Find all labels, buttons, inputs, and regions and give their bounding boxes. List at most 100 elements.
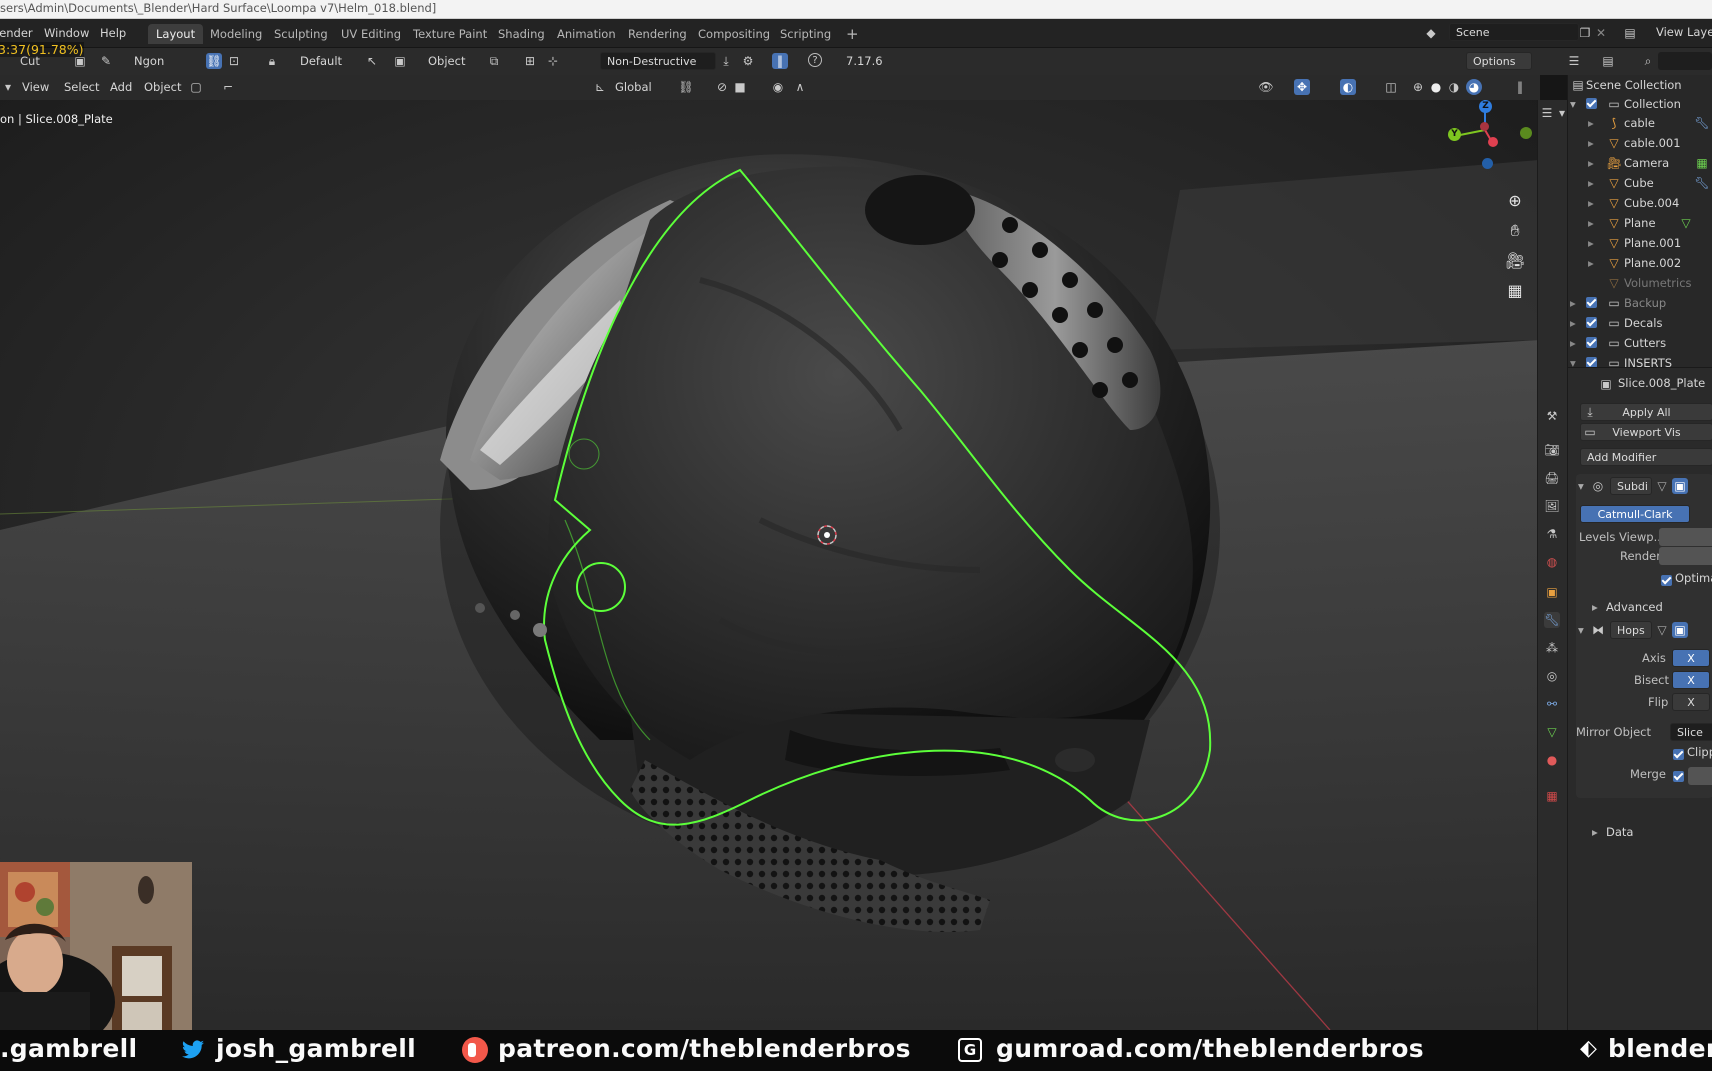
draw-icon[interactable]: ✎ [98,53,114,69]
edit-mode-icon[interactable]: ▽ [1654,478,1670,494]
editor-type-icon[interactable]: ☰ [1539,105,1555,121]
navigation-gizmo[interactable]: Z Y [1440,100,1532,190]
outliner-item[interactable]: ▸ ▽ Plane.001 [1568,233,1712,253]
levels-viewport-field[interactable] [1659,528,1712,546]
outliner-root[interactable]: ▤ Scene Collection [1568,75,1712,95]
zoom-icon[interactable]: ⊕ [1502,188,1528,214]
lock-icon[interactable]: 🔒︎ [264,53,280,69]
z-axis-handle[interactable]: Z [1479,100,1492,113]
menu-view[interactable]: View [22,80,49,94]
view-layer-name[interactable]: View Layer [1656,25,1712,39]
menu-window[interactable]: Window [44,26,89,40]
orientation-icon[interactable]: ⊾ [592,79,608,95]
sidebar-toggle-icon[interactable]: ‖ [1512,79,1528,95]
help-icon[interactable]: ? [808,53,822,67]
include-checkbox[interactable] [1586,337,1597,348]
outliner-item[interactable]: ▸ ▽ Plane ▽ [1568,213,1712,233]
bisect-x-toggle[interactable]: X [1672,671,1710,689]
expand-arrow-icon[interactable]: ▸ [1570,333,1576,353]
add-workspace-button[interactable]: + [838,24,867,44]
object-label[interactable]: Object [428,54,465,68]
world-tab-icon[interactable]: ◍ [1544,554,1560,570]
outliner-item[interactable]: ▸ ▽ Cube.004 [1568,193,1712,213]
outliner-item[interactable]: ▸ ▽ cable.001 [1568,133,1712,153]
outliner-item[interactable]: ▸ 🎥︎ Camera ▦ [1568,153,1712,173]
3d-viewport[interactable]: Z Y ⊕ ✋︎ 🎥︎ ▦ on | Slice.008_Plate [0,100,1539,1030]
collapse-arrow-icon[interactable]: ▾ [1578,623,1584,637]
tab-layout[interactable]: Layout [148,24,204,44]
expand-arrow-icon[interactable]: ▸ [1588,213,1594,233]
expand-arrow-icon[interactable]: ▸ [1588,133,1594,153]
expand-arrow-icon[interactable]: ▸ [1592,600,1598,614]
physics-tab-icon[interactable]: ◎ [1544,668,1560,684]
shading-wireframe-icon[interactable]: ⊕ [1410,79,1426,95]
particles-tab-icon[interactable]: ⁂ [1544,640,1560,656]
xray-icon[interactable]: ◫ [1383,79,1399,95]
shading-rendered-icon[interactable]: ◕ [1466,79,1482,95]
gizmo-toggle-icon[interactable]: ✥ [1294,79,1310,95]
expand-arrow-icon[interactable]: ▸ [1588,173,1594,193]
include-checkbox[interactable] [1586,297,1597,308]
shading-solid-icon[interactable]: ● [1428,79,1444,95]
outliner-item[interactable]: ▽ Volumetrics [1568,273,1712,293]
pause-icon[interactable]: ‖ [772,53,788,69]
show-viewport-icon[interactable]: ▣ [1672,622,1688,638]
cursor-icon[interactable]: ↖ [364,53,380,69]
output-tab-icon[interactable]: 🖨︎ [1544,470,1560,486]
advanced-subpanel[interactable]: Advanced [1606,600,1663,614]
edit-mode-icon[interactable]: ▽ [1654,622,1670,638]
optimal-display-checkbox[interactable] [1661,575,1672,586]
tab-rendering[interactable]: Rendering [620,24,695,44]
data-tab-icon[interactable]: ▽ [1544,724,1560,740]
neg-x-axis-handle[interactable] [1480,122,1489,131]
add-modifier-button[interactable]: Add Modifier [1580,448,1712,466]
expand-arrow-icon[interactable]: ▸ [1592,825,1598,839]
expand-arrow-icon[interactable]: ▸ [1570,313,1576,333]
measure-icon[interactable]: ⊹ [545,53,561,69]
boolean-mode-select[interactable]: Non-Destructive [600,52,716,70]
include-checkbox[interactable] [1586,98,1597,109]
display-mode-icon[interactable]: ☰ [1566,53,1582,69]
outliner-item[interactable]: ▸ ▽ Plane.002 [1568,253,1712,273]
tab-texture-paint[interactable]: Texture Paint [405,24,495,44]
texture-tab-icon[interactable]: ▦ [1544,788,1560,804]
download-icon[interactable]: ⤓ [718,53,734,69]
menu-select[interactable]: Select [64,80,99,94]
subdivision-type-button[interactable]: Catmull-Clark [1580,505,1690,523]
object-tab-icon[interactable]: ▣ [1544,584,1560,600]
mode-value[interactable]: Ngon [134,54,164,68]
y-axis-handle[interactable]: Y [1448,128,1461,141]
outliner-item[interactable]: ▸ ▭ Cutters [1568,333,1712,353]
neg-y-axis-handle[interactable] [1520,127,1532,139]
outliner-item[interactable]: ▸ ▭ Backup [1568,293,1712,313]
outliner-item[interactable]: ▾ ▭ Collection [1568,94,1712,114]
tab-scripting[interactable]: Scripting [772,24,839,44]
menu-help[interactable]: Help [100,26,126,40]
outliner-item[interactable]: ▸ ▽ Cube 🔧︎ [1568,173,1712,193]
collapse-arrow-icon[interactable]: ▾ [1578,479,1584,493]
expand-arrow-icon[interactable]: ▾ [1570,94,1576,114]
show-viewport-icon[interactable]: ▣ [1672,478,1688,494]
expand-arrow-icon[interactable]: ▸ [1588,253,1594,273]
overlay-toggle-icon[interactable]: ◐ [1340,79,1356,95]
tool-tab-icon[interactable]: ⚒ [1544,408,1560,424]
axis-x-toggle[interactable]: X [1672,649,1710,667]
select-mode-icon[interactable]: ▢ [188,79,204,95]
search-icon[interactable]: ⌕ [1640,53,1656,69]
scene-selector[interactable]: Scene [1449,23,1579,41]
flip-x-toggle[interactable]: X [1672,693,1710,711]
apply-all-button[interactable]: Apply All [1580,403,1712,421]
tab-modeling[interactable]: Modeling [202,24,270,44]
orientation-select[interactable]: Global [615,80,652,94]
outliner-item[interactable]: ▾ ▭ INSERTS [1568,353,1712,367]
neg-z-axis-handle[interactable] [1482,158,1493,169]
outliner-item[interactable]: ▸ ⟆ cable 🔧︎ [1568,113,1712,133]
tab-uv-editing[interactable]: UV Editing [333,24,409,44]
snap-element-icon[interactable]: ■ [732,79,748,95]
close-scene-icon[interactable]: ✕ [1593,25,1609,41]
include-checkbox[interactable] [1586,357,1597,367]
modifier-tab-icon[interactable]: 🔧︎ [1544,612,1560,628]
scene-tab-icon[interactable]: ⚗ [1544,526,1560,542]
grid-view-icon[interactable]: ▦ [1502,278,1528,304]
expand-arrow-icon[interactable]: ▸ [1588,153,1594,173]
